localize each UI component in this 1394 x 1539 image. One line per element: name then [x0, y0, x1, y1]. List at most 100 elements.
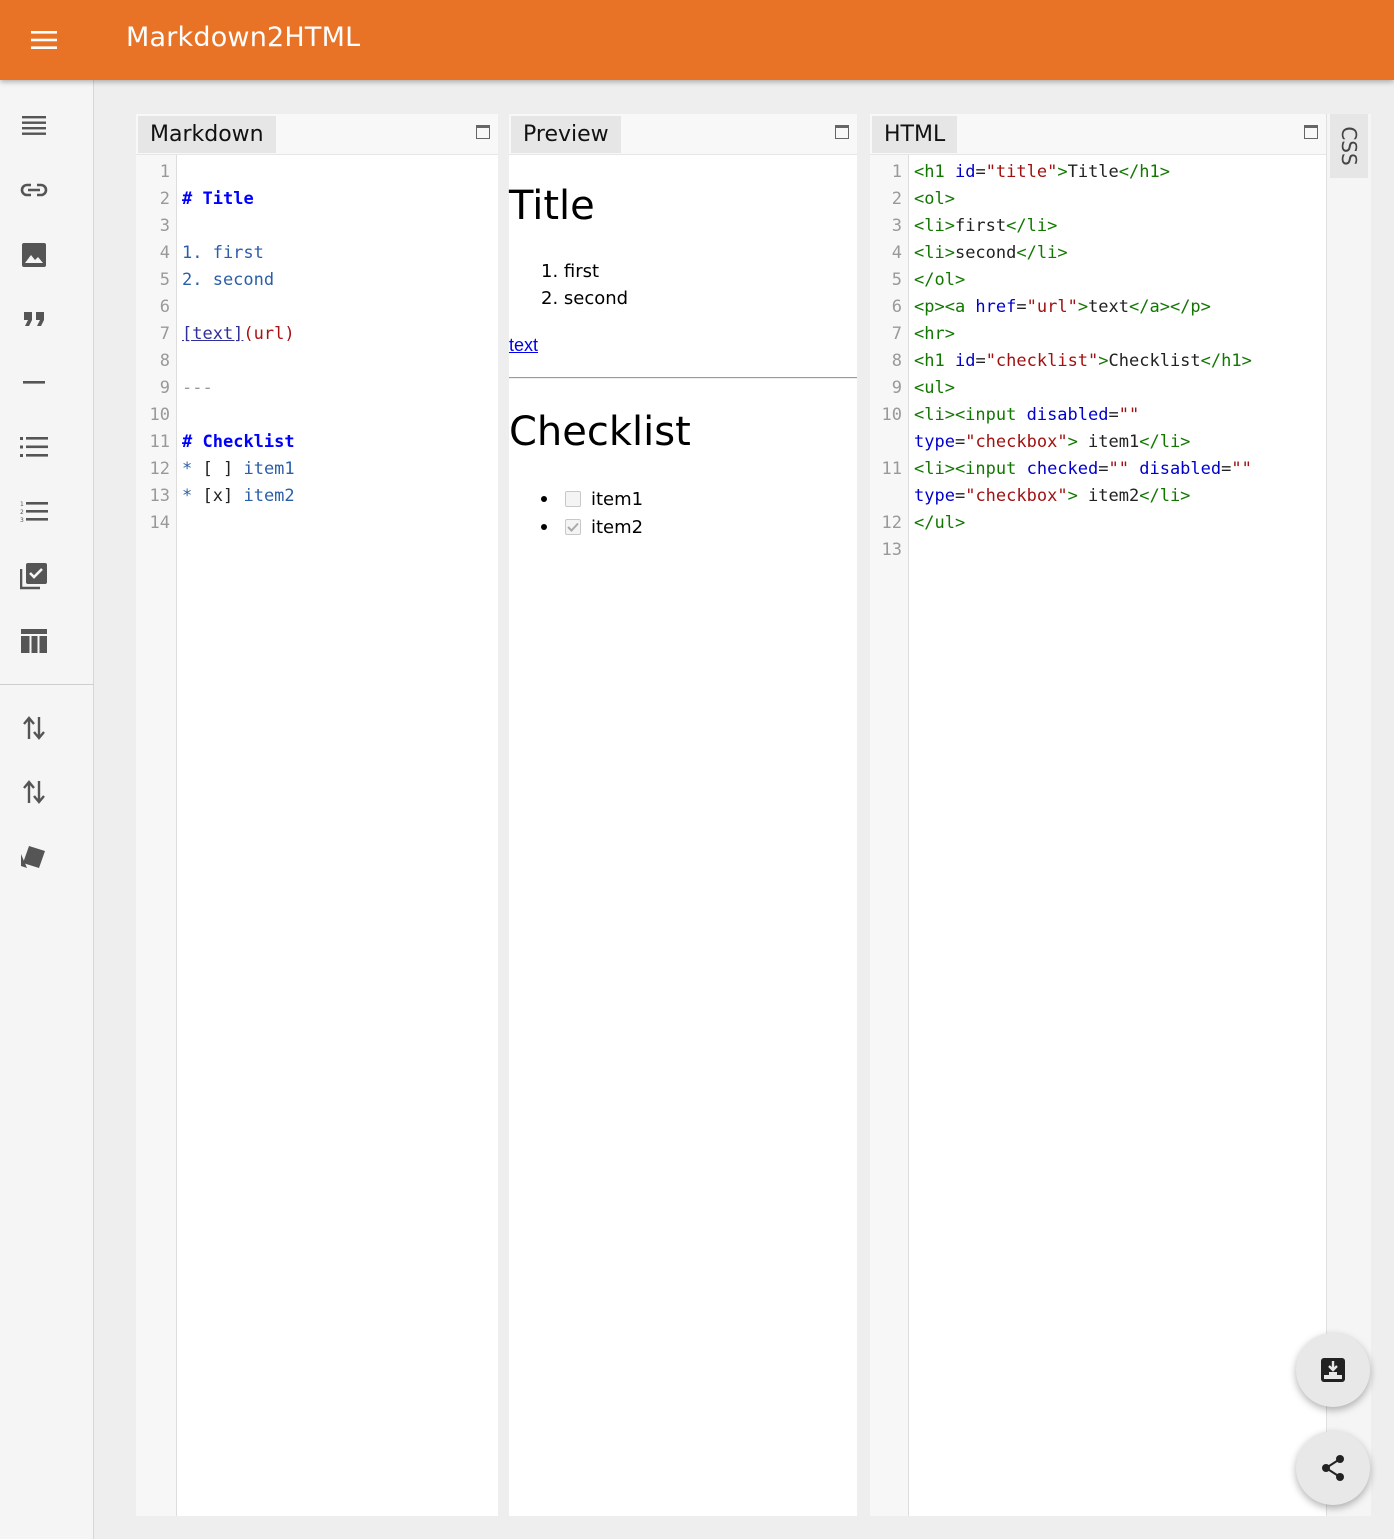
line-number: 3 — [159, 216, 170, 236]
preview-link[interactable]: text — [509, 335, 538, 356]
insert-quote-button[interactable] — [14, 299, 54, 339]
line-number: 9 — [891, 378, 902, 398]
code-line: <li><input disabled="" — [914, 405, 1140, 425]
tab-preview[interactable]: Preview — [511, 116, 621, 153]
link-icon — [20, 183, 48, 197]
code-line: <li><input checked="" disabled="" — [914, 459, 1252, 479]
tab-markdown[interactable]: Markdown — [138, 116, 276, 153]
css-panel-collapsed — [1326, 114, 1371, 1516]
code-line: </ul> — [914, 513, 966, 533]
markdown-editor[interactable]: 1 2 3 4 5 6 7 8 9 10 11 12 13 14 # Title… — [136, 155, 498, 1516]
preview-panel: Preview Title 1. first 2. second text Ch… — [509, 114, 857, 1516]
checklist-icon — [20, 563, 47, 590]
hamburger-menu-button[interactable] — [22, 20, 66, 60]
checklist-button[interactable] — [14, 556, 54, 596]
image-icon — [22, 243, 46, 267]
line-number: 12 — [149, 459, 170, 479]
preview-panel-header: Preview — [509, 114, 857, 155]
import-export-button[interactable] — [14, 708, 54, 748]
preview-maximize-button[interactable] — [835, 125, 849, 139]
paragraph-icon — [22, 116, 46, 135]
code-line: 1. first — [182, 243, 264, 263]
tab-html[interactable]: HTML — [872, 116, 958, 153]
code-line: # Title — [182, 189, 254, 209]
html-panel-header: HTML — [870, 114, 1326, 155]
bullet — [541, 524, 547, 530]
line-number: 12 — [881, 513, 902, 533]
line-number: 11 — [881, 459, 902, 479]
code-line: 2. second — [182, 270, 275, 290]
share-icon — [1322, 1455, 1344, 1481]
code-line: <hr> — [914, 324, 955, 344]
app-bar: Markdown2HTML — [0, 0, 1394, 80]
line-number: 13 — [149, 486, 170, 506]
import-export-icon — [23, 716, 45, 740]
download-icon — [1321, 1358, 1345, 1382]
style-cards-icon — [21, 846, 45, 868]
html-editor[interactable]: 1 2 3 4 5 6 7 8 9 10 11 12 13 <h1 id="ti… — [870, 155, 1326, 1516]
preview-checklist-item: item2 — [541, 513, 643, 541]
numbered-list-icon: 1 2 3 — [20, 501, 48, 524]
horizontal-rule-button[interactable] — [14, 363, 54, 403]
table-icon — [21, 629, 47, 653]
download-button[interactable] — [1296, 1333, 1370, 1407]
checkbox-checked — [565, 519, 581, 535]
formatting-toolbar: 1 2 3 — [0, 80, 94, 1539]
line-number: 10 — [149, 405, 170, 425]
code-line: <h1 id="checklist">Checklist</h1> — [914, 351, 1252, 371]
line-number: 3 — [891, 216, 902, 236]
line-number: 5 — [159, 270, 170, 290]
markdown-panel-header: Markdown — [136, 114, 498, 155]
style-button[interactable] — [14, 837, 54, 877]
line-number: 1 — [159, 162, 170, 182]
line-number: 13 — [881, 540, 902, 560]
markdown-gutter: 1 2 3 4 5 6 7 8 9 10 11 12 13 14 — [136, 155, 177, 1516]
line-number: 10 — [881, 405, 902, 425]
preview-heading-checklist: Checklist — [509, 409, 691, 455]
bulleted-list-button[interactable] — [14, 427, 54, 467]
line-number: 5 — [891, 270, 902, 290]
line-number: 14 — [149, 513, 170, 533]
insert-link-button[interactable] — [14, 170, 54, 210]
swap-vertical-icon — [23, 780, 45, 804]
bulleted-list-icon — [20, 437, 48, 457]
preview-content: Title 1. first 2. second text Checklist … — [509, 155, 857, 1516]
code-line: <ol> — [914, 189, 955, 209]
preview-ordered-item: 1. first — [541, 261, 600, 282]
code-line: --- — [182, 378, 213, 398]
svg-text:3: 3 — [20, 517, 24, 524]
code-line: * [ ] item1 — [182, 459, 295, 479]
numbered-list-button[interactable]: 1 2 3 — [14, 492, 54, 532]
toolbar-divider — [0, 684, 94, 685]
code-line: * [x] item2 — [182, 486, 295, 506]
line-number: 7 — [891, 324, 902, 344]
line-number: 8 — [891, 351, 902, 371]
line-number: 7 — [159, 324, 170, 344]
line-number: 9 — [159, 378, 170, 398]
preview-horizontal-rule — [509, 377, 857, 379]
code-line: <li>second</li> — [914, 243, 1068, 263]
checkmark-icon — [567, 522, 579, 532]
horizontal-rule-icon — [23, 381, 45, 384]
line-number: 2 — [159, 189, 170, 209]
markdown-maximize-button[interactable] — [476, 125, 490, 139]
html-gutter: 1 2 3 4 5 6 7 8 9 10 11 12 13 — [870, 155, 909, 1516]
code-line: # Checklist — [182, 432, 295, 452]
paragraph-button[interactable] — [14, 106, 54, 146]
insert-image-button[interactable] — [14, 235, 54, 275]
code-line: <ul> — [914, 378, 955, 398]
insert-table-button[interactable] — [14, 621, 54, 661]
tab-css[interactable]: CSS — [1330, 114, 1368, 178]
code-line: type="checkbox"> item2</li> — [914, 486, 1191, 506]
share-button[interactable] — [1296, 1431, 1370, 1505]
markdown-panel: Markdown 1 2 3 4 5 6 7 8 9 10 11 12 13 1… — [136, 114, 498, 1516]
svg-text:1: 1 — [20, 501, 24, 508]
line-number: 6 — [891, 297, 902, 317]
html-maximize-button[interactable] — [1304, 125, 1318, 139]
code-line: type="checkbox"> item1</li> — [914, 432, 1191, 452]
code-line: <li>first</li> — [914, 216, 1058, 236]
swap-vertical-button[interactable] — [14, 772, 54, 812]
bullet — [541, 496, 547, 502]
checkbox-unchecked — [565, 491, 581, 507]
preview-checklist-item: item1 — [541, 485, 643, 513]
